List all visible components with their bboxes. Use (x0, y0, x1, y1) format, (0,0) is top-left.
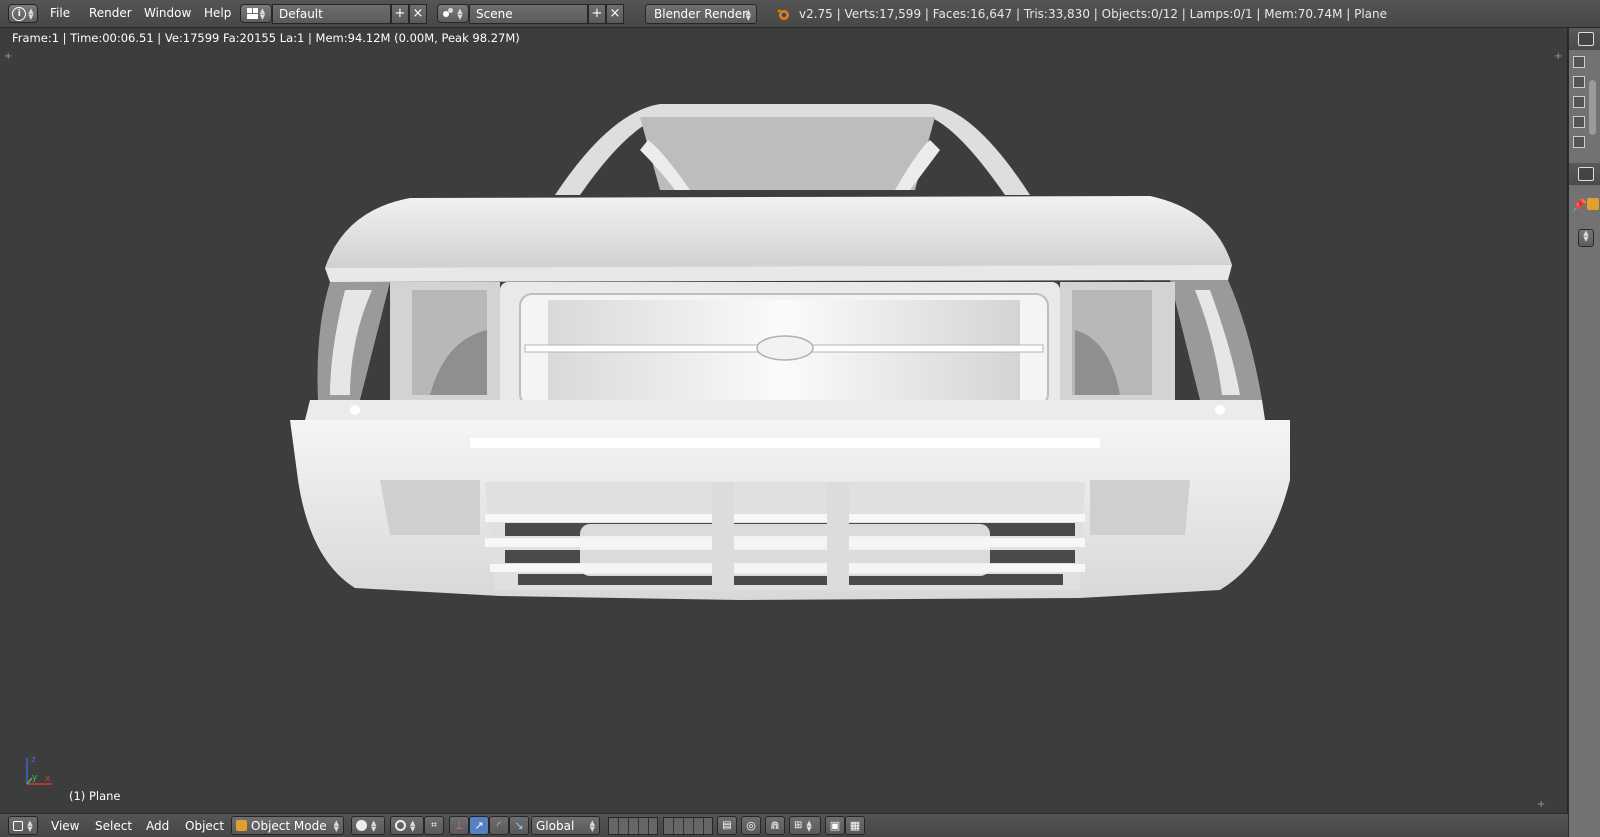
render-engine-selector[interactable]: Blender Render ▲ ▼ (645, 4, 757, 24)
opengl-render-button[interactable]: ▣ (825, 816, 845, 835)
editor-type-button[interactable]: ▲ ▼ (8, 816, 38, 835)
proportional-edit-button[interactable]: ◎ (741, 816, 761, 835)
clapperboard-icon: ▦ (849, 819, 861, 832)
scene-field[interactable]: Scene (469, 4, 588, 24)
dropdown-arrows-icon: ▲ ▼ (1583, 229, 1589, 243)
dropdown-arrows-icon: ▲ ▼ (457, 6, 463, 21)
render-toggle-icon[interactable] (1573, 136, 1585, 148)
manipulator-icon: ⊥ (454, 819, 464, 832)
render-toggle-icon[interactable] (1573, 116, 1585, 128)
outliner-restrict-column (1573, 56, 1585, 156)
transform-orientation-label: Global (536, 818, 575, 833)
magnet-icon: ⋒ (770, 819, 780, 832)
truck-model-render (290, 104, 1290, 600)
menu-select[interactable]: Select (95, 819, 132, 835)
info-header: i ▲ ▼ File Render Window Help ▲ ▼ Default … (0, 0, 1600, 28)
scene-selector[interactable]: ▲ ▼ (437, 4, 469, 23)
interaction-mode-selector[interactable]: Object Mode ▲ ▼ (231, 816, 344, 835)
scene-icon (443, 8, 455, 19)
axis-x-label: x (45, 774, 51, 784)
dropdown-arrows-icon: ▲ ▼ (806, 818, 812, 833)
object-mode-icon (236, 820, 247, 831)
render-toggle-icon[interactable] (1573, 76, 1585, 88)
outliner-editor-icon[interactable] (1578, 32, 1594, 46)
pivot-align-toggle[interactable]: ⌗ (424, 816, 444, 835)
align-icon: ⌗ (431, 820, 437, 831)
plus-icon: + (591, 6, 603, 21)
rotate-icon: ◜ (496, 819, 502, 832)
screen-layout-selector[interactable]: ▲ ▼ (240, 4, 272, 23)
info-icon: i (12, 6, 27, 21)
render-toggle-icon[interactable] (1573, 56, 1585, 68)
transform-orientation-selector[interactable]: Global ▲ ▼ (531, 816, 600, 835)
outliner-scrollbar[interactable] (1589, 80, 1596, 135)
axis-y-label: y (32, 773, 38, 783)
editor-type-button[interactable]: i ▲ ▼ (8, 4, 38, 23)
active-object-label: (1) Plane (69, 789, 121, 803)
dropdown-arrows-icon: ▲ ▼ (589, 818, 595, 833)
layer-buttons-group-2[interactable] (663, 817, 713, 835)
snap-element-selector[interactable]: ⊞ ▲ ▼ (789, 816, 821, 835)
dropdown-arrows-icon: ▲ ▼ (333, 818, 339, 833)
snap-toggle-button[interactable]: ⋒ (765, 816, 785, 835)
dropdown-arrows-icon: ▲ ▼ (745, 8, 751, 22)
dropdown-arrows-icon: ▲ ▼ (410, 818, 416, 833)
camera-icon: ▣ (829, 819, 841, 832)
interaction-mode-label: Object Mode (251, 818, 327, 833)
menu-help[interactable]: Help (204, 6, 231, 22)
menu-window[interactable]: Window (144, 6, 191, 22)
arrow-icon: ↗ (474, 819, 484, 832)
lock-camera-layers-button[interactable]: ▤ (717, 816, 737, 835)
blender-logo-icon (776, 7, 790, 21)
add-scene-button[interactable]: + (588, 4, 606, 24)
delete-layout-button[interactable]: × (409, 4, 427, 24)
dropdown-arrows-icon: ▲ ▼ (371, 818, 377, 833)
layer-buttons-group-1[interactable] (608, 817, 658, 835)
dropdown-arrows-icon: ▲ ▼ (259, 6, 266, 21)
render-info-text: Frame:1 | Time:00:06.51 | Ve:17599 Fa:20… (12, 31, 520, 45)
close-icon: × (609, 6, 621, 21)
solid-shading-icon (356, 820, 367, 831)
object-data-icon[interactable] (1587, 198, 1599, 210)
scale-manipulator-button[interactable]: ↘ (509, 816, 529, 835)
axis-z-label: z (31, 755, 36, 765)
properties-editor-icon[interactable] (1578, 167, 1594, 181)
plus-icon: + (394, 6, 406, 21)
render-engine-label: Blender Render (654, 7, 748, 21)
viewport-shading-selector[interactable]: ▲ ▼ (351, 816, 385, 835)
right-side-panels: 📌 ▲ ▼ (1568, 28, 1600, 837)
view3d-header: ▲ ▼ View Select Add Object Object Mode ▲ ▼… (0, 813, 1568, 837)
add-layout-button[interactable]: + (391, 4, 409, 24)
pivot-point-selector[interactable]: ▲ ▼ (390, 816, 424, 835)
3d-view-icon (13, 820, 24, 831)
delete-scene-button[interactable]: × (606, 4, 624, 24)
scene-statistics: v2.75 | Verts:17,599 | Faces:16,647 | Tr… (799, 7, 1388, 21)
render-toggle-icon[interactable] (1573, 96, 1585, 108)
menu-object[interactable]: Object (185, 819, 224, 835)
screen-layout-icon (246, 8, 258, 19)
3d-viewport[interactable]: + + + Frame:1 | Time:00:06.51 | Ve:17599… (0, 28, 1568, 813)
axis-gizmo-icon: z y x (26, 755, 52, 785)
close-icon: × (412, 6, 424, 21)
rotate-manipulator-button[interactable]: ◜ (489, 816, 509, 835)
proportional-icon: ◎ (746, 819, 756, 832)
menu-add[interactable]: Add (146, 819, 169, 835)
dropdown-arrows-icon: ▲ ▼ (28, 6, 34, 21)
screen-layout-field[interactable]: Default (272, 4, 391, 24)
outliner-header (1569, 28, 1600, 50)
pin-icon[interactable]: 📌 (1572, 198, 1587, 212)
opengl-animation-button[interactable]: ▦ (845, 816, 865, 835)
manipulator-toggle[interactable]: ⊥ (449, 816, 469, 835)
dropdown-arrows-icon: ▲ ▼ (27, 818, 33, 833)
scale-icon: ↘ (514, 819, 524, 832)
menu-file[interactable]: File (50, 6, 70, 22)
menu-render[interactable]: Render (89, 6, 132, 22)
menu-view[interactable]: View (51, 819, 79, 835)
snap-increment-icon: ⊞ (794, 820, 803, 831)
properties-tab-selector[interactable]: ▲ ▼ (1578, 229, 1594, 247)
pivot-icon (395, 820, 406, 831)
properties-header (1569, 163, 1600, 185)
translate-manipulator-button[interactable]: ↗ (469, 816, 489, 835)
layers-icon: ▤ (722, 820, 732, 831)
